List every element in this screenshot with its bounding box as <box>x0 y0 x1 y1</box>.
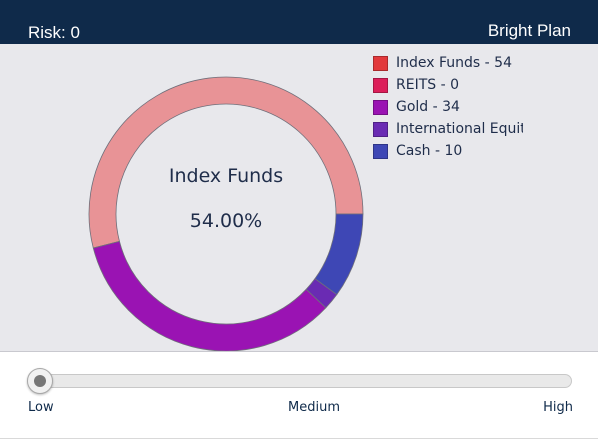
legend-label: International Equity <box>396 121 523 137</box>
legend-item-index-funds[interactable]: Index Funds - 54 <box>373 52 523 74</box>
donut-center-name: Index Funds <box>168 165 284 187</box>
slider-label-low: Low <box>28 400 54 415</box>
donut-center-percent: 54.00% <box>189 210 263 232</box>
risk-slider-thumb[interactable] <box>27 368 53 394</box>
legend-label: Cash - 10 <box>396 143 463 159</box>
app-header: Risk: 0 Bright Plan <box>0 0 598 44</box>
legend-swatch-icon <box>373 99 388 115</box>
risk-label: Risk: 0 <box>28 23 80 42</box>
section-divider <box>0 351 598 352</box>
slider-label-medium: Medium <box>288 400 340 415</box>
legend-item-reits[interactable]: REITS - 0 <box>373 74 523 96</box>
slider-label-high: High <box>543 400 573 415</box>
legend-label: Gold - 34 <box>396 99 460 115</box>
legend-label: REITS - 0 <box>396 77 459 93</box>
legend-label: Index Funds - 54 <box>396 55 512 71</box>
legend-swatch-icon <box>373 143 388 159</box>
chart-area: Index Funds 54.00% Index Funds - 54 REIT… <box>0 44 598 351</box>
legend-item-international-equity[interactable]: International Equity <box>373 118 523 140</box>
plan-title: Bright Plan <box>487 21 571 40</box>
legend-item-cash[interactable]: Cash - 10 <box>373 140 523 162</box>
legend-swatch-icon <box>373 121 388 137</box>
donut-slice-gold[interactable] <box>92 240 327 351</box>
legend-swatch-icon <box>373 77 388 93</box>
bottom-divider <box>0 438 598 439</box>
chart-legend: Index Funds - 54 REITS - 0 Gold - 34 Int… <box>373 52 523 162</box>
legend-swatch-icon <box>373 55 388 71</box>
legend-item-gold[interactable]: Gold - 34 <box>373 96 523 118</box>
risk-slider-track[interactable] <box>28 374 572 388</box>
